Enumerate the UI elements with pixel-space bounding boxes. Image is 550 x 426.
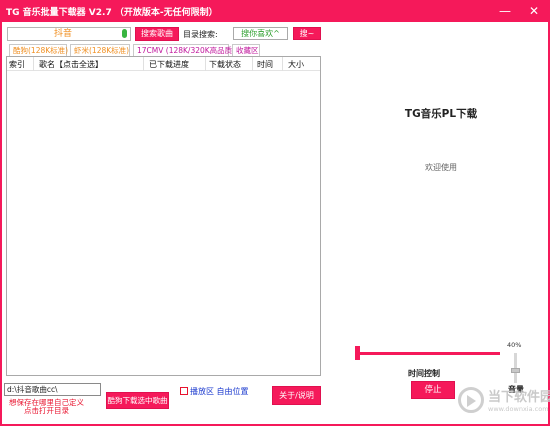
time-slider-thumb[interactable] xyxy=(355,346,360,360)
watermark: 当下软件园 www.downxia.com xyxy=(458,384,550,420)
col-header-progress[interactable]: 已下载进度 xyxy=(149,59,189,70)
window-border-left xyxy=(0,22,2,426)
free-position-label[interactable]: 播放区 自由位置 xyxy=(190,386,249,397)
time-control-label: 时间控制 xyxy=(408,369,440,378)
dir-search-label: 目录搜索: xyxy=(183,30,218,39)
time-slider[interactable] xyxy=(357,352,500,355)
volume-percent: 40% xyxy=(507,341,522,349)
song-list-header: 索引 歌名【点击全选】 已下载进度 下载状态 时间 大小 xyxy=(7,57,320,71)
minimize-icon[interactable]: — xyxy=(497,3,513,19)
title-bar: TG 音乐批量下载器 V2.7 （开放版本-无任何限制） — ✕ xyxy=(0,0,550,22)
close-icon[interactable]: ✕ xyxy=(526,3,542,19)
col-header-index[interactable]: 索引 xyxy=(9,59,25,70)
dir-search-button[interactable]: 搜~ xyxy=(293,27,321,40)
open-folder-hint[interactable]: 点击打开目录 xyxy=(24,405,69,416)
welcome-text: 欢迎使用 xyxy=(425,163,457,172)
column-divider xyxy=(33,57,34,71)
song-list[interactable]: 索引 歌名【点击全选】 已下载进度 下载状态 时间 大小 xyxy=(6,56,321,376)
save-path-input[interactable]: d:\抖音歌曲cc\ xyxy=(4,383,101,396)
app-brand-title: TG音乐PL下载 xyxy=(404,108,478,120)
about-button[interactable]: 关于/说明 xyxy=(272,386,321,405)
volume-slider-thumb[interactable] xyxy=(511,368,520,373)
free-position-checkbox[interactable] xyxy=(180,387,188,395)
search-input[interactable]: 抖音 xyxy=(7,27,131,41)
col-header-size[interactable]: 大小 xyxy=(288,59,304,70)
download-selected-button[interactable]: 酷狗下载选中歌曲 xyxy=(106,392,169,409)
play-logo-icon xyxy=(458,387,484,413)
column-divider xyxy=(205,57,206,71)
watermark-text: 当下软件园 xyxy=(488,390,550,405)
col-header-status[interactable]: 下载状态 xyxy=(209,59,241,70)
search-button[interactable]: 搜索歌曲 xyxy=(135,27,179,41)
dir-search-input[interactable]: 搜你喜欢^ xyxy=(233,27,288,40)
watermark-url: www.downxia.com xyxy=(488,405,549,413)
column-divider xyxy=(252,57,253,71)
column-divider xyxy=(143,57,144,71)
col-header-time[interactable]: 时间 xyxy=(257,59,273,70)
window-title: TG 音乐批量下载器 V2.7 （开放版本-无任何限制） xyxy=(6,8,218,18)
microphone-icon xyxy=(122,29,127,38)
search-input-value: 抖音 xyxy=(53,29,72,39)
column-divider xyxy=(282,57,283,71)
col-header-name[interactable]: 歌名【点击全选】 xyxy=(39,59,103,70)
stop-button[interactable]: 停止 xyxy=(411,381,455,399)
